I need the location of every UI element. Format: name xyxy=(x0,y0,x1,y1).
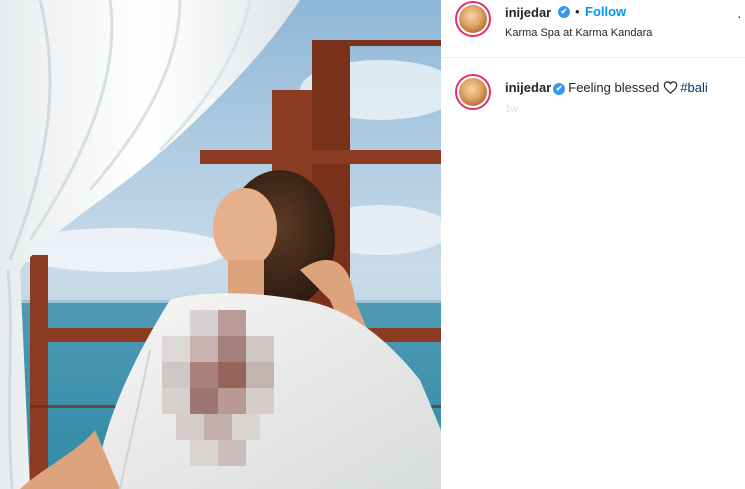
author-username[interactable]: inijedar xyxy=(505,5,551,20)
post-header: inijedar ✔ • Follow Karma Spa at Karma K… xyxy=(441,0,745,58)
follow-button[interactable]: Follow xyxy=(585,4,626,19)
post-sidebar: inijedar ✔ • Follow Karma Spa at Karma K… xyxy=(441,0,745,489)
verified-badge-icon: ✔ xyxy=(558,6,570,18)
verified-badge-icon: ✔ xyxy=(553,83,566,95)
author-avatar[interactable] xyxy=(455,1,491,37)
caption-avatar[interactable] xyxy=(455,74,491,110)
post-location[interactable]: Karma Spa at Karma Kandara xyxy=(505,27,652,39)
more-options-icon[interactable]: · xyxy=(737,8,742,24)
post-photo[interactable] xyxy=(0,0,441,489)
caption-timestamp: 1w xyxy=(505,104,518,115)
heart-outline-icon xyxy=(663,81,678,97)
caption-line: inijedar ✔ Feeling blessed #bali xyxy=(505,80,708,97)
caption-username[interactable]: inijedar xyxy=(505,80,551,95)
caption-text: Feeling blessed xyxy=(568,80,660,95)
hashtag-link[interactable]: #bali xyxy=(680,80,707,95)
header-separator: • xyxy=(575,4,580,19)
photo-canvas xyxy=(0,0,441,489)
avatar-image xyxy=(459,78,487,106)
avatar-image xyxy=(459,5,487,33)
